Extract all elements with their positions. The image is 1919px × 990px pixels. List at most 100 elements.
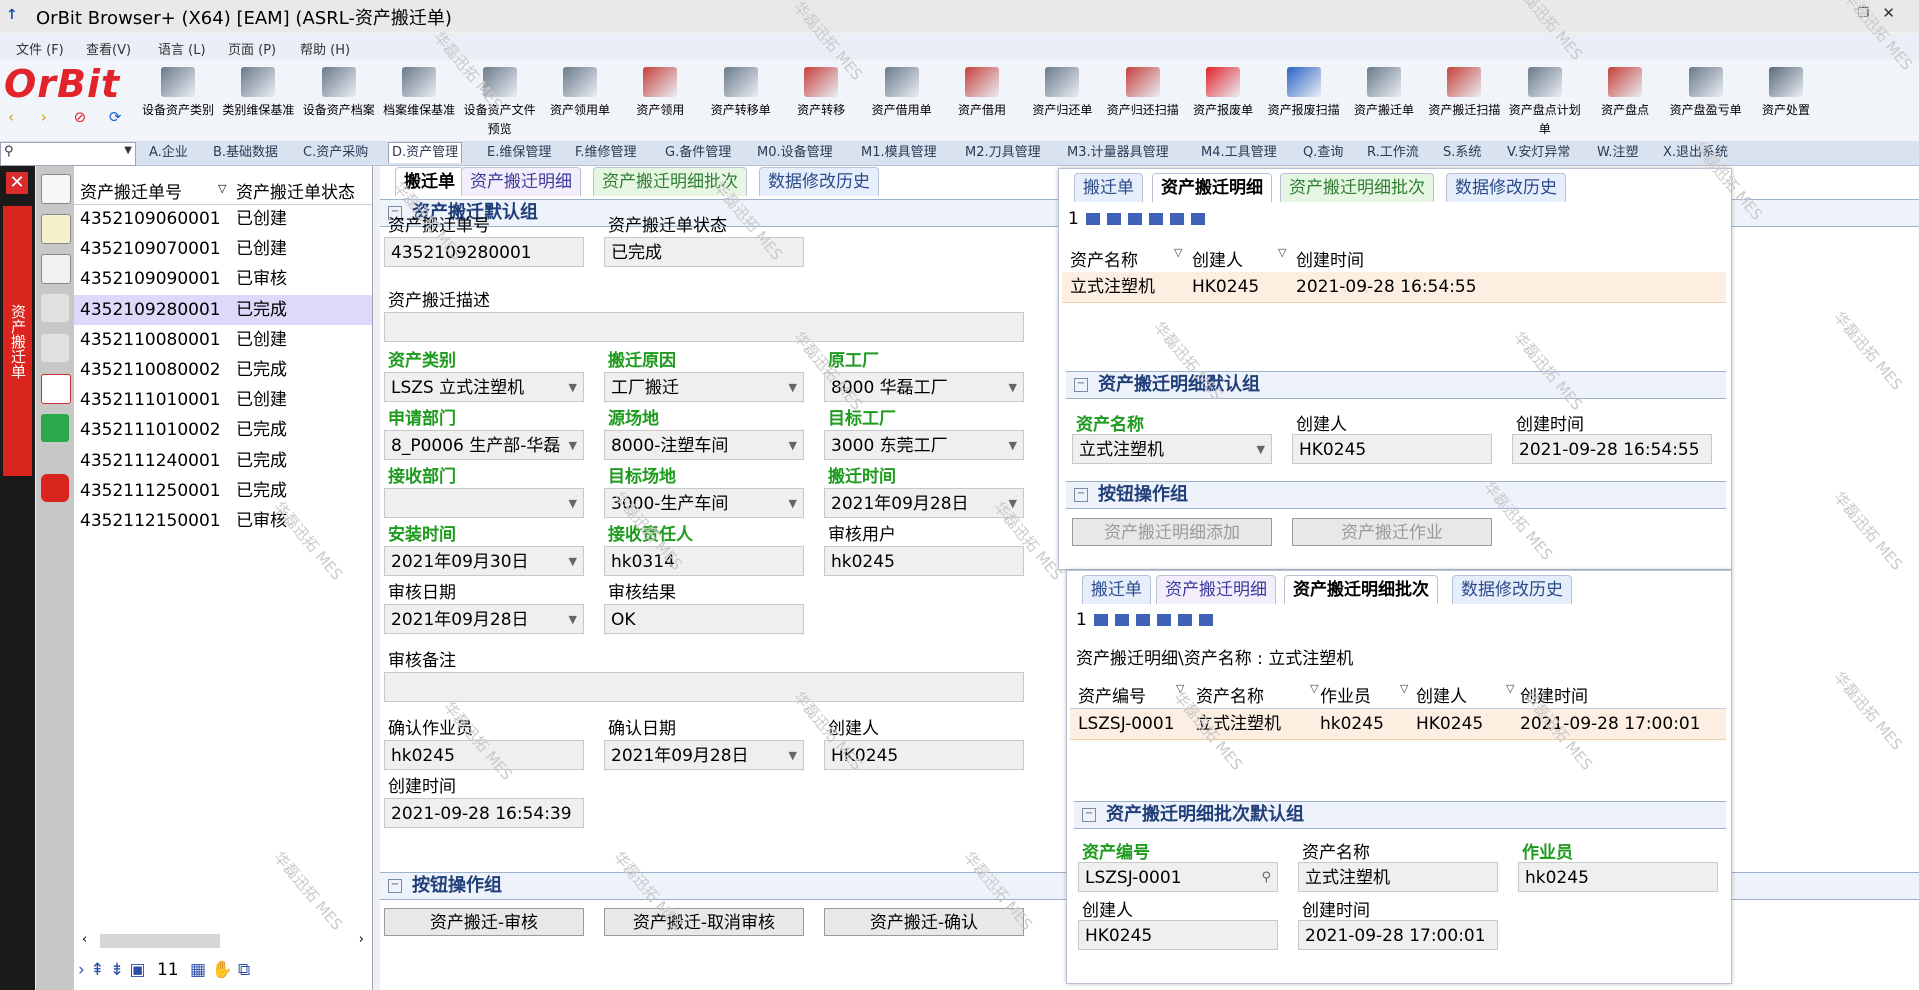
chevron-down-icon[interactable]: ▼ [1009, 373, 1017, 401]
dst-factory-field[interactable]: 3000 东莞工厂 ▼ [824, 430, 1024, 460]
scroll-left-icon[interactable]: ‹ [82, 932, 87, 947]
list-hscrollbar[interactable]: ‹ › [78, 930, 368, 952]
chevron-down-icon[interactable]: ▼ [569, 489, 577, 517]
list-item[interactable]: 4352111010001 已创建 [74, 385, 372, 415]
search-icon[interactable]: ⚲ [1261, 863, 1271, 891]
list-item[interactable]: 4352111250001 已完成 [74, 476, 372, 506]
batch-operator-field[interactable]: hk0245 [1518, 862, 1718, 892]
list-item[interactable]: 4352111010002 已完成 [74, 415, 372, 445]
toolbar-btn-9[interactable]: 资产借用单 [862, 63, 942, 141]
batch-tab-transfer-detail[interactable]: 资产搬迁明细 [1156, 575, 1276, 604]
module-tab-13[interactable]: R.工作流 [1364, 143, 1422, 163]
chevron-down-icon[interactable]: ▼ [569, 431, 577, 459]
toolbar-btn-20[interactable]: 资产处置 [1746, 63, 1826, 141]
created-field[interactable]: 2021-09-28 16:54:39 [384, 798, 584, 828]
module-tab-2[interactable]: C.资产采购 [300, 143, 371, 163]
toolbar-btn-1[interactable]: 类别维保基准 [218, 63, 298, 141]
col-transfer-status[interactable]: 资产搬迁单状态 [236, 178, 355, 203]
audit-note-field[interactable] [384, 672, 1024, 702]
list-item[interactable]: 4352110080002 已完成 [74, 355, 372, 385]
col-asset-name[interactable]: 资产名称 [1070, 246, 1138, 271]
delete-icon[interactable] [41, 374, 71, 404]
col-creator[interactable]: 创建人 [1416, 682, 1467, 707]
col-creator[interactable]: 创建人 [1192, 246, 1243, 271]
refresh-icon[interactable]: ⟳ [109, 108, 122, 126]
module-tab-1[interactable]: B.基础数据 [210, 143, 281, 163]
chevron-down-icon[interactable]: ▼ [569, 547, 577, 575]
module-tab-7[interactable]: M0.设备管理 [754, 143, 836, 163]
menu-view[interactable]: 查看(V) [86, 39, 131, 58]
batch-tab-transfer-order[interactable]: 搬迁单 [1082, 575, 1151, 604]
toolbar-btn-12[interactable]: 资产归还扫描 [1103, 63, 1183, 141]
col-asset-name[interactable]: 资产名称 [1196, 682, 1264, 707]
audit-button[interactable]: 资产搬迁-审核 [384, 908, 584, 936]
confirm-button[interactable]: 资产搬迁-确认 [824, 908, 1024, 936]
toolbar-btn-11[interactable]: 资产归还单 [1022, 63, 1102, 141]
module-tab-0[interactable]: A.企业 [146, 143, 191, 163]
recv-dept-field[interactable]: ▼ [384, 488, 584, 518]
src-site-field[interactable]: 8000-注塑车间 ▼ [604, 430, 804, 460]
toolbar-btn-3[interactable]: 档案维保基准 [379, 63, 459, 141]
toolbar-btn-5[interactable]: 资产领用单 [540, 63, 620, 141]
module-tab-9[interactable]: M2.刀具管理 [962, 143, 1044, 163]
filter-icon[interactable]: ▽ [1310, 682, 1318, 695]
forward-icon[interactable]: › [41, 108, 47, 126]
tab-transfer-detail[interactable]: 资产搬迁明细 [461, 167, 581, 196]
module-tab-12[interactable]: Q.查询 [1300, 143, 1346, 163]
detail-tab-transfer-batch[interactable]: 资产搬迁明细批次 [1280, 173, 1434, 202]
chevron-down-icon[interactable]: ▼ [1009, 431, 1017, 459]
close-icon[interactable]: ✕ [1882, 4, 1895, 22]
toolbar-btn-15[interactable]: 资产搬迁单 [1344, 63, 1424, 141]
apply-dept-field[interactable]: 8_P0006 生产部-华磊 ▼ [384, 430, 584, 460]
detail-grid-row[interactable]: 立式注塑机 HK0245 2021-09-28 16:54:55 [1062, 272, 1726, 303]
filter-icon[interactable]: ▽ [1278, 246, 1286, 259]
add-detail-button[interactable]: 资产搬迁明细添加 [1072, 518, 1272, 546]
toolbar-btn-7[interactable]: 资产转移单 [701, 63, 781, 141]
list-item[interactable]: 4352110080001 已创建 [74, 325, 372, 355]
filter-icon[interactable]: ▽ [1506, 682, 1514, 695]
module-tab-5[interactable]: F.维修管理 [572, 143, 640, 163]
detail-default-group[interactable]: − 资产搬迁明细默认组 [1066, 371, 1726, 399]
chevron-down-icon[interactable]: ▼ [789, 489, 797, 517]
toolbar-btn-18[interactable]: 资产盘点 [1585, 63, 1665, 141]
chevron-down-icon[interactable]: ▼ [789, 741, 797, 769]
module-search-input[interactable]: ⚲ ▼ [0, 142, 136, 166]
toolbar-btn-16[interactable]: 资产搬迁扫描 [1424, 63, 1504, 141]
receiver-field[interactable]: hk0314 [604, 546, 804, 576]
list-item[interactable]: 4352109070001 已创建 [74, 234, 372, 264]
power-icon[interactable] [41, 474, 69, 502]
toolbar-btn-0[interactable]: 设备资产类别 [138, 63, 218, 141]
batch-creator-field[interactable]: HK0245 [1078, 920, 1278, 950]
menu-language[interactable]: 语言 (L) [158, 39, 206, 58]
detail-tab-transfer-order[interactable]: 搬迁单 [1074, 173, 1143, 202]
detail-creator-field[interactable]: HK0245 [1292, 434, 1492, 464]
install-time-field[interactable]: 2021年09月30日 ▼ [384, 546, 584, 576]
module-tab-4[interactable]: E.维保管理 [484, 143, 554, 163]
audit-user-field[interactable]: hk0245 [824, 546, 1024, 576]
detail-tab-transfer-detail[interactable]: 资产搬迁明细 [1152, 173, 1272, 202]
chevron-down-icon[interactable]: ▼ [569, 373, 577, 401]
list-item[interactable]: 4352111240001 已完成 [74, 446, 372, 476]
toolbar-btn-17[interactable]: 资产盘点计划单 [1505, 63, 1585, 141]
module-tab-10[interactable]: M3.计量器具管理 [1064, 143, 1172, 163]
batch-default-group[interactable]: − 资产搬迁明细批次默认组 [1074, 801, 1726, 829]
menu-file[interactable]: 文件 (F) [16, 39, 64, 58]
batch-asset-code-field[interactable]: LSZSJ-0001 ⚲ [1078, 862, 1278, 892]
confirm-date-field[interactable]: 2021年09月28日 ▼ [604, 740, 804, 770]
toolbar-btn-2[interactable]: 设备资产档案 [299, 63, 379, 141]
filter-icon[interactable]: ▽ [1174, 246, 1182, 259]
filter-icon[interactable]: ▽ [1400, 682, 1408, 695]
desc-field[interactable] [384, 312, 1024, 342]
col-operator[interactable]: 作业员 [1320, 682, 1371, 707]
list-item[interactable]: 4352112150001 已审核 [74, 506, 372, 536]
detail-grid-tools[interactable]: 1 [1068, 206, 1205, 232]
grid-tool-icons[interactable]: ▦ ✋ ⧉ [190, 960, 250, 980]
detail-button-group[interactable]: − 按钮操作组 [1066, 481, 1726, 509]
module-tab-16[interactable]: W.注塑 [1594, 143, 1642, 163]
no-field[interactable]: 4352109280001 [384, 237, 584, 267]
detail-asset-name-field[interactable]: 立式注塑机 ▼ [1072, 434, 1272, 464]
list-item[interactable]: 4352109090001 已审核 [74, 264, 372, 294]
save-icon[interactable] [41, 414, 69, 442]
toolbar-btn-6[interactable]: 资产领用 [620, 63, 700, 141]
detail-created-field[interactable]: 2021-09-28 16:54:55 [1512, 434, 1712, 464]
